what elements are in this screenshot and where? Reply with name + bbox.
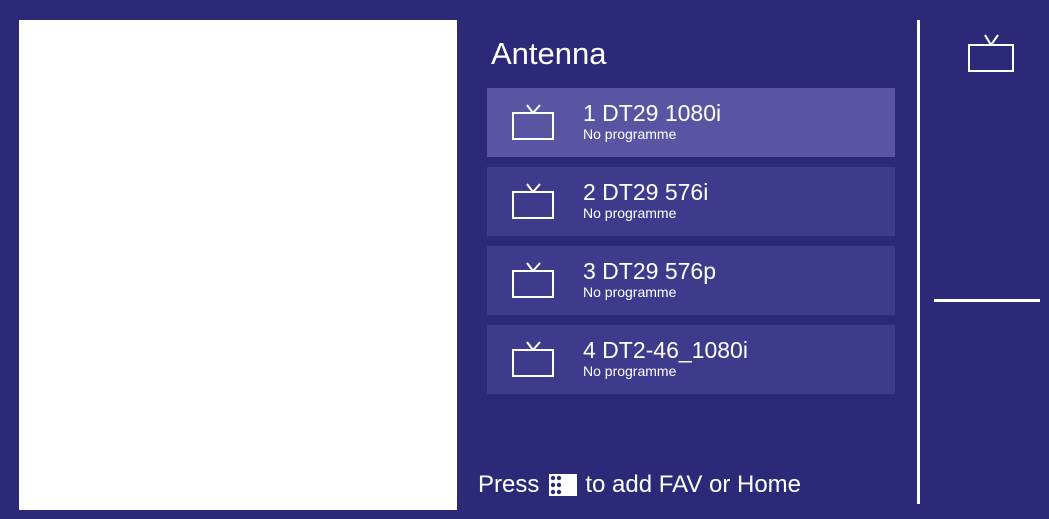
- tv-icon: [512, 183, 554, 219]
- video-preview: [19, 20, 457, 510]
- channel-programme: No programme: [583, 284, 677, 300]
- channel-name: 1 DT29 1080i: [583, 100, 722, 126]
- channel-name: 3 DT29 576p: [583, 258, 716, 284]
- channel-row-4[interactable]: 4 DT2-46_1080i No programme: [487, 325, 895, 394]
- channel-row-2[interactable]: 2 DT29 576i No programme: [487, 167, 895, 236]
- channel-programme: No programme: [583, 363, 677, 379]
- tv-icon: [512, 341, 554, 377]
- tv-icon: [512, 104, 554, 140]
- channel-name: 4 DT2-46_1080i: [583, 337, 748, 363]
- channel-list-panel: Antenna 1 DT29 1080i No programme 2 DT29…: [472, 20, 912, 510]
- tv-icon[interactable]: [967, 32, 1015, 74]
- horizontal-divider: [934, 299, 1040, 302]
- hint-suffix: to add FAV or Home: [585, 471, 802, 498]
- tv-icon: [512, 262, 554, 298]
- channel-name: 2 DT29 576i: [583, 179, 709, 205]
- channel-row-1[interactable]: 1 DT29 1080i No programme: [487, 88, 895, 157]
- hint-prefix: Press: [478, 471, 540, 498]
- options-dots-icon: [549, 474, 578, 496]
- channel-list: 1 DT29 1080i No programme 2 DT29 576i No…: [487, 88, 895, 404]
- key-hint: Press to add FAV or Home: [478, 470, 801, 500]
- vertical-divider: [917, 20, 920, 504]
- channel-programme: No programme: [583, 205, 677, 221]
- channel-row-3[interactable]: 3 DT29 576p No programme: [487, 246, 895, 315]
- channel-programme: No programme: [583, 126, 677, 142]
- source-title: Antenna: [491, 36, 607, 71]
- tv-channel-list-screen: Antenna 1 DT29 1080i No programme 2 DT29…: [0, 0, 1049, 519]
